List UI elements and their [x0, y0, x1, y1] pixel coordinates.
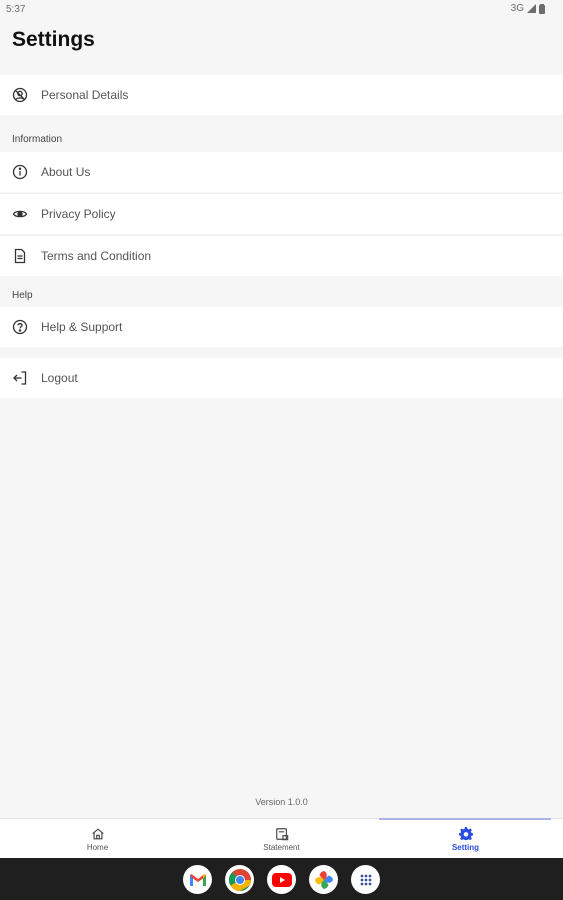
- logout-label: Logout: [41, 371, 78, 385]
- logout-row[interactable]: Logout: [0, 358, 563, 398]
- logout-icon: [12, 370, 28, 386]
- gmail-icon[interactable]: [183, 865, 212, 894]
- photos-icon[interactable]: [309, 865, 338, 894]
- nav-home-label: Home: [86, 842, 109, 852]
- account-circle-icon: [12, 87, 28, 103]
- gear-icon: [458, 826, 473, 840]
- signal-icon: [527, 4, 536, 13]
- personal-details-row[interactable]: Personal Details: [0, 75, 563, 115]
- about-us-label: About Us: [41, 165, 91, 179]
- information-section-header: Information: [12, 134, 63, 145]
- network-type: 3G: [510, 3, 524, 14]
- terms-and-condition-label: Terms and Condition: [41, 249, 152, 263]
- status-icons: 3G: [511, 3, 545, 14]
- chrome-icon[interactable]: [225, 865, 254, 894]
- youtube-icon[interactable]: [267, 865, 296, 894]
- status-time: 5:37: [6, 4, 26, 15]
- help-section-header: Help: [12, 290, 33, 301]
- eye-icon: [12, 206, 28, 222]
- nav-setting[interactable]: Setting: [372, 819, 559, 859]
- bottom-navigation: Home Statement Setting: [0, 818, 563, 858]
- app-version: Version 1.0.0: [255, 797, 308, 807]
- document-icon: [12, 248, 28, 264]
- app-drawer-icon[interactable]: [351, 865, 380, 894]
- privacy-policy-row[interactable]: Privacy Policy: [0, 194, 563, 234]
- help-support-label: Help & Support: [41, 320, 123, 334]
- terms-and-condition-row[interactable]: Terms and Condition: [0, 236, 563, 276]
- nav-setting-label: Setting: [451, 842, 480, 852]
- system-dock: [0, 858, 563, 900]
- battery-icon: [539, 3, 545, 14]
- info-icon: [12, 164, 28, 180]
- help-circle-icon: [12, 319, 28, 335]
- personal-details-label: Personal Details: [41, 88, 129, 102]
- privacy-policy-label: Privacy Policy: [41, 207, 116, 221]
- status-bar: 5:37 3G: [0, 0, 563, 18]
- nav-statement-label: Statement: [263, 842, 300, 852]
- about-us-row[interactable]: About Us: [0, 152, 563, 192]
- page-title: Settings: [12, 28, 95, 51]
- statement-icon: [275, 827, 288, 840]
- home-icon: [91, 827, 104, 839]
- nav-statement[interactable]: Statement: [188, 819, 375, 859]
- nav-home[interactable]: Home: [4, 819, 191, 859]
- help-support-row[interactable]: Help & Support: [0, 307, 563, 347]
